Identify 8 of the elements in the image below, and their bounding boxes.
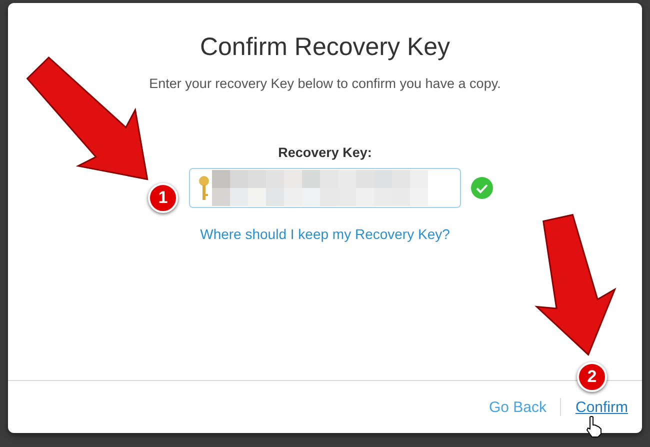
confirm-button[interactable]: Confirm bbox=[573, 396, 630, 418]
field-label: Recovery Key: bbox=[278, 145, 372, 160]
key-icon bbox=[198, 175, 210, 201]
instruction-text: Enter your recovery Key below to confirm you have a copy. bbox=[149, 76, 501, 91]
back-button[interactable]: Go Back bbox=[486, 396, 548, 418]
input-field[interactable] bbox=[189, 168, 461, 208]
help-link[interactable]: Where should I keep my Recovery Key? bbox=[200, 226, 450, 242]
dialog-title: Confirm Recovery Key bbox=[200, 33, 450, 62]
